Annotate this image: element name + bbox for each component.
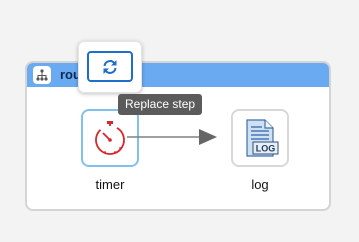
replace-step-tooltip: Replace step (118, 94, 203, 115)
route-icon (33, 66, 51, 84)
step-label-timer: timer (95, 177, 125, 192)
svg-text:LOG: LOG (256, 144, 276, 154)
step-label-log: log (251, 177, 269, 192)
replace-step-button[interactable] (78, 41, 142, 93)
replace-step-button-frame[interactable] (87, 51, 133, 82)
log-icon: LOG (246, 119, 279, 157)
arrow-right-icon (127, 129, 217, 145)
route-header[interactable]: rou (27, 63, 329, 87)
step-log[interactable]: LOG (231, 109, 289, 167)
refresh-icon (103, 60, 117, 74)
timer-icon (95, 121, 125, 155)
